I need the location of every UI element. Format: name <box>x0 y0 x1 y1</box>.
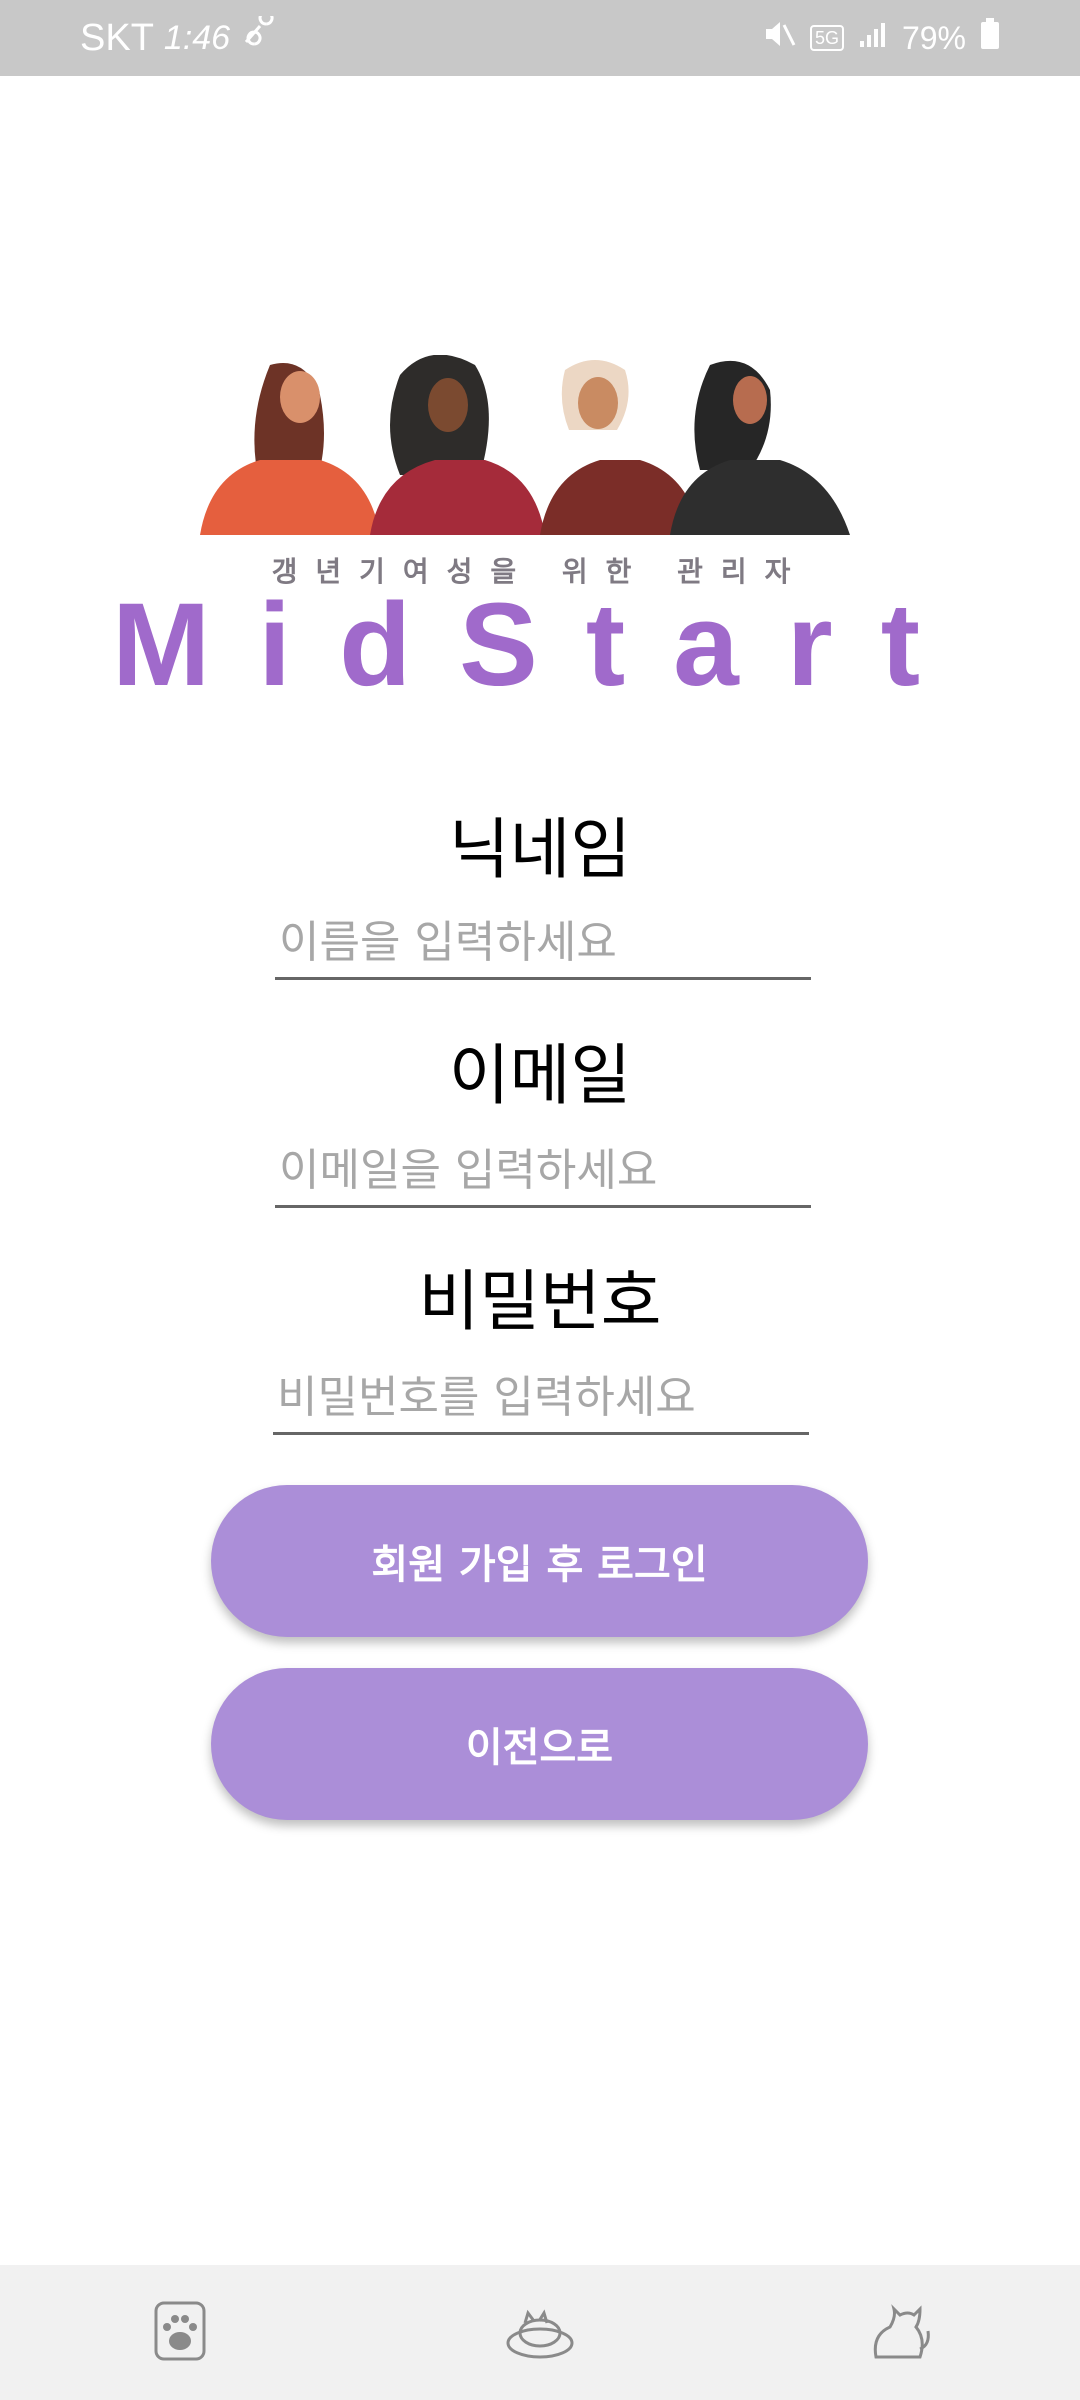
password-input[interactable] <box>273 1362 809 1435</box>
nickname-label: 닉네임 <box>448 811 632 888</box>
mute-vibrate-icon <box>762 17 796 59</box>
email-input[interactable] <box>275 1135 811 1208</box>
signup-login-button[interactable]: 회원 가입 후 로그인 <box>211 1485 868 1637</box>
nav-item-paw[interactable] <box>120 2283 240 2383</box>
status-left: SKT 1:46 <box>80 0 280 76</box>
nickname-input[interactable] <box>275 907 811 980</box>
battery-icon <box>980 18 1000 58</box>
battery-level: 79% <box>901 19 966 56</box>
carrier-label: SKT <box>80 16 154 59</box>
back-button[interactable]: 이전으로 <box>211 1668 868 1820</box>
bottom-nav <box>0 2265 1080 2400</box>
email-label: 이메일 <box>448 1037 632 1114</box>
nav-item-cat[interactable] <box>840 2283 960 2383</box>
status-right: 5G 79% <box>762 0 1000 76</box>
signal-icon <box>858 19 888 57</box>
status-bar: SKT 1:46 5G 79% <box>0 0 1080 76</box>
sleeping-cat-icon <box>505 2303 575 2363</box>
clock: 1:46 <box>163 18 231 57</box>
cat-icon <box>868 2299 932 2367</box>
app-logo: MidStart <box>112 579 968 711</box>
password-label: 비밀번호 <box>418 1263 662 1340</box>
nav-item-sleeping-cat[interactable] <box>480 2283 600 2383</box>
network-badge: 5G <box>809 25 844 51</box>
hero-illustration <box>200 354 870 535</box>
paw-icon <box>150 2299 210 2367</box>
link-icon <box>240 10 280 60</box>
